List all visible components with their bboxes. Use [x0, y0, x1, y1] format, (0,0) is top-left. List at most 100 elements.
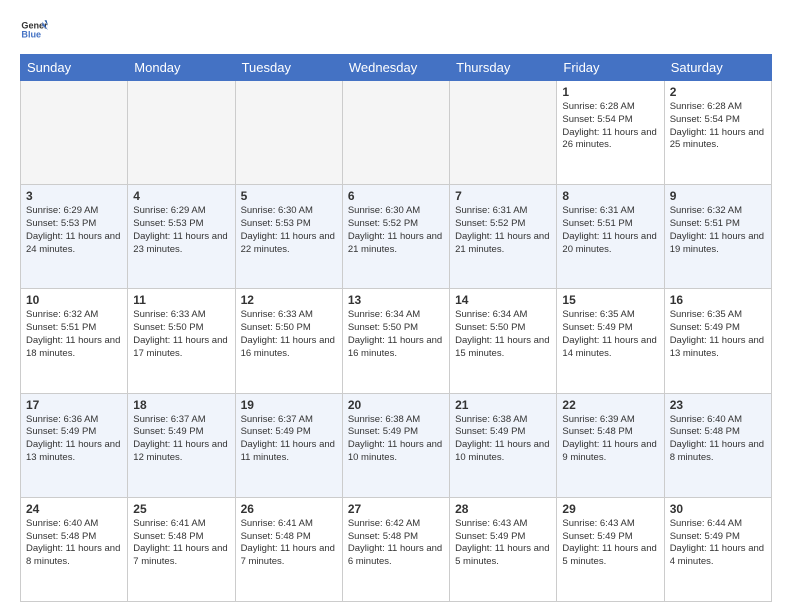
calendar-week-3: 10 Sunrise: 6:32 AMSunset: 5:51 PMDayligh…	[21, 289, 772, 393]
day-info: Sunrise: 6:31 AMSunset: 5:51 PMDaylight:…	[562, 205, 658, 256]
day-info: Sunrise: 6:33 AMSunset: 5:50 PMDaylight:…	[133, 309, 229, 360]
day-number: 1	[562, 85, 658, 99]
weekday-header-sunday: Sunday	[21, 55, 128, 81]
day-number: 28	[455, 502, 551, 516]
weekday-header-thursday: Thursday	[450, 55, 557, 81]
day-number: 20	[348, 398, 444, 412]
day-cell-29: 29 Sunrise: 6:43 AMSunset: 5:49 PMDayligh…	[557, 497, 664, 601]
empty-cell	[21, 81, 128, 185]
day-number: 26	[241, 502, 337, 516]
day-number: 22	[562, 398, 658, 412]
calendar-table: SundayMondayTuesdayWednesdayThursdayFrid…	[20, 54, 772, 602]
day-info: Sunrise: 6:33 AMSunset: 5:50 PMDaylight:…	[241, 309, 337, 360]
day-info: Sunrise: 6:40 AMSunset: 5:48 PMDaylight:…	[670, 414, 766, 465]
day-cell-14: 14 Sunrise: 6:34 AMSunset: 5:50 PMDayligh…	[450, 289, 557, 393]
empty-cell	[450, 81, 557, 185]
empty-cell	[235, 81, 342, 185]
day-info: Sunrise: 6:41 AMSunset: 5:48 PMDaylight:…	[133, 518, 229, 569]
day-cell-22: 22 Sunrise: 6:39 AMSunset: 5:48 PMDayligh…	[557, 393, 664, 497]
day-cell-5: 5 Sunrise: 6:30 AMSunset: 5:53 PMDaylight…	[235, 185, 342, 289]
day-cell-8: 8 Sunrise: 6:31 AMSunset: 5:51 PMDaylight…	[557, 185, 664, 289]
day-number: 23	[670, 398, 766, 412]
day-cell-6: 6 Sunrise: 6:30 AMSunset: 5:52 PMDaylight…	[342, 185, 449, 289]
day-cell-27: 27 Sunrise: 6:42 AMSunset: 5:48 PMDayligh…	[342, 497, 449, 601]
day-info: Sunrise: 6:36 AMSunset: 5:49 PMDaylight:…	[26, 414, 122, 465]
day-info: Sunrise: 6:44 AMSunset: 5:49 PMDaylight:…	[670, 518, 766, 569]
day-number: 10	[26, 293, 122, 307]
svg-text:Blue: Blue	[21, 30, 41, 40]
day-cell-12: 12 Sunrise: 6:33 AMSunset: 5:50 PMDayligh…	[235, 289, 342, 393]
day-info: Sunrise: 6:38 AMSunset: 5:49 PMDaylight:…	[455, 414, 551, 465]
day-info: Sunrise: 6:35 AMSunset: 5:49 PMDaylight:…	[562, 309, 658, 360]
day-info: Sunrise: 6:32 AMSunset: 5:51 PMDaylight:…	[26, 309, 122, 360]
logo-icon: General Blue	[20, 16, 48, 44]
day-cell-17: 17 Sunrise: 6:36 AMSunset: 5:49 PMDayligh…	[21, 393, 128, 497]
calendar-week-2: 3 Sunrise: 6:29 AMSunset: 5:53 PMDaylight…	[21, 185, 772, 289]
logo: General Blue	[20, 16, 52, 44]
empty-cell	[128, 81, 235, 185]
header: General Blue	[20, 16, 772, 44]
day-cell-11: 11 Sunrise: 6:33 AMSunset: 5:50 PMDayligh…	[128, 289, 235, 393]
day-info: Sunrise: 6:42 AMSunset: 5:48 PMDaylight:…	[348, 518, 444, 569]
day-cell-13: 13 Sunrise: 6:34 AMSunset: 5:50 PMDayligh…	[342, 289, 449, 393]
day-cell-28: 28 Sunrise: 6:43 AMSunset: 5:49 PMDayligh…	[450, 497, 557, 601]
day-number: 25	[133, 502, 229, 516]
day-cell-4: 4 Sunrise: 6:29 AMSunset: 5:53 PMDaylight…	[128, 185, 235, 289]
day-cell-23: 23 Sunrise: 6:40 AMSunset: 5:48 PMDayligh…	[664, 393, 771, 497]
day-number: 17	[26, 398, 122, 412]
day-info: Sunrise: 6:41 AMSunset: 5:48 PMDaylight:…	[241, 518, 337, 569]
day-info: Sunrise: 6:40 AMSunset: 5:48 PMDaylight:…	[26, 518, 122, 569]
day-cell-18: 18Sunrise: 6:37 AMSunset: 5:49 PMDayligh…	[128, 393, 235, 497]
empty-cell	[342, 81, 449, 185]
day-cell-30: 30Sunrise: 6:44 AMSunset: 5:49 PMDayligh…	[664, 497, 771, 601]
day-info: Sunrise: 6:30 AMSunset: 5:53 PMDaylight:…	[241, 205, 337, 256]
day-number: 13	[348, 293, 444, 307]
day-number: 5	[241, 189, 337, 203]
day-cell-20: 20Sunrise: 6:38 AMSunset: 5:49 PMDayligh…	[342, 393, 449, 497]
day-info: Sunrise: 6:39 AMSunset: 5:48 PMDaylight:…	[562, 414, 658, 465]
day-info: Sunrise: 6:34 AMSunset: 5:50 PMDaylight:…	[348, 309, 444, 360]
day-number: 3	[26, 189, 122, 203]
weekday-header-row: SundayMondayTuesdayWednesdayThursdayFrid…	[21, 55, 772, 81]
day-number: 7	[455, 189, 551, 203]
day-info: Sunrise: 6:43 AMSunset: 5:49 PMDaylight:…	[562, 518, 658, 569]
day-number: 29	[562, 502, 658, 516]
day-info: Sunrise: 6:28 AMSunset: 5:54 PMDaylight:…	[562, 101, 658, 152]
day-cell-15: 15 Sunrise: 6:35 AMSunset: 5:49 PMDayligh…	[557, 289, 664, 393]
day-cell-1: 1 Sunrise: 6:28 AMSunset: 5:54 PMDaylight…	[557, 81, 664, 185]
weekday-header-monday: Monday	[128, 55, 235, 81]
day-info: Sunrise: 6:30 AMSunset: 5:52 PMDaylight:…	[348, 205, 444, 256]
day-cell-9: 9 Sunrise: 6:32 AMSunset: 5:51 PMDaylight…	[664, 185, 771, 289]
day-info: Sunrise: 6:37 AMSunset: 5:49 PMDaylight:…	[241, 414, 337, 465]
day-number: 4	[133, 189, 229, 203]
day-info: Sunrise: 6:32 AMSunset: 5:51 PMDaylight:…	[670, 205, 766, 256]
day-info: Sunrise: 6:29 AMSunset: 5:53 PMDaylight:…	[133, 205, 229, 256]
day-info: Sunrise: 6:34 AMSunset: 5:50 PMDaylight:…	[455, 309, 551, 360]
day-cell-24: 24 Sunrise: 6:40 AMSunset: 5:48 PMDayligh…	[21, 497, 128, 601]
day-info: Sunrise: 6:29 AMSunset: 5:53 PMDaylight:…	[26, 205, 122, 256]
weekday-header-saturday: Saturday	[664, 55, 771, 81]
calendar-week-4: 17 Sunrise: 6:36 AMSunset: 5:49 PMDayligh…	[21, 393, 772, 497]
day-number: 6	[348, 189, 444, 203]
day-number: 15	[562, 293, 658, 307]
day-number: 11	[133, 293, 229, 307]
day-cell-21: 21 Sunrise: 6:38 AMSunset: 5:49 PMDayligh…	[450, 393, 557, 497]
day-number: 21	[455, 398, 551, 412]
day-number: 9	[670, 189, 766, 203]
day-info: Sunrise: 6:31 AMSunset: 5:52 PMDaylight:…	[455, 205, 551, 256]
weekday-header-wednesday: Wednesday	[342, 55, 449, 81]
day-info: Sunrise: 6:37 AMSunset: 5:49 PMDaylight:…	[133, 414, 229, 465]
calendar-week-1: 1 Sunrise: 6:28 AMSunset: 5:54 PMDaylight…	[21, 81, 772, 185]
day-number: 14	[455, 293, 551, 307]
page: General Blue SundayMondayTuesdayWednesda…	[0, 0, 792, 612]
day-number: 19	[241, 398, 337, 412]
day-info: Sunrise: 6:43 AMSunset: 5:49 PMDaylight:…	[455, 518, 551, 569]
day-number: 12	[241, 293, 337, 307]
day-info: Sunrise: 6:35 AMSunset: 5:49 PMDaylight:…	[670, 309, 766, 360]
day-number: 24	[26, 502, 122, 516]
day-cell-7: 7 Sunrise: 6:31 AMSunset: 5:52 PMDaylight…	[450, 185, 557, 289]
day-cell-2: 2Sunrise: 6:28 AMSunset: 5:54 PMDaylight…	[664, 81, 771, 185]
day-number: 8	[562, 189, 658, 203]
day-info: Sunrise: 6:28 AMSunset: 5:54 PMDaylight:…	[670, 101, 766, 152]
day-number: 27	[348, 502, 444, 516]
